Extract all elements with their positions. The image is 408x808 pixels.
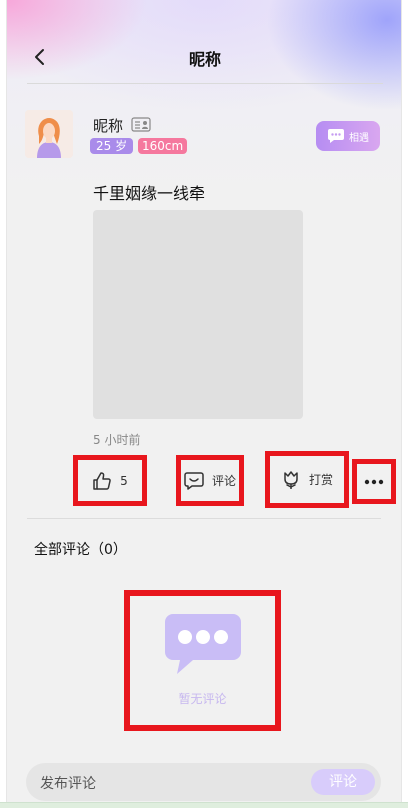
comment-button[interactable]: 评论 <box>176 455 244 506</box>
comment-icon <box>184 471 204 490</box>
empty-comments-state: 暂无评论 <box>124 590 281 731</box>
bottom-strip <box>0 802 408 808</box>
empty-comment-icon <box>164 614 241 674</box>
header-background <box>7 0 401 190</box>
more-icon <box>364 479 384 484</box>
comment-input[interactable]: 发布评论 <box>40 773 96 793</box>
avatar[interactable] <box>25 110 73 158</box>
post-image[interactable] <box>93 210 303 419</box>
chat-bubble-icon <box>328 129 344 143</box>
more-button[interactable] <box>352 459 396 504</box>
like-button[interactable]: 5 <box>73 455 147 506</box>
phone-screen: 昵称 昵称 25 岁 160cm 相遇 千里姻缘一线牵 5 小时前 5 评论 打… <box>6 0 402 802</box>
comment-submit-button[interactable]: 评论 <box>311 769 375 795</box>
meet-button[interactable]: 相遇 <box>316 121 380 151</box>
post-text: 千里姻缘一线牵 <box>93 184 206 203</box>
page-title: 昵称 <box>188 50 221 69</box>
comment-composer: 发布评论 评论 <box>26 763 381 801</box>
thumbs-up-icon <box>93 471 111 490</box>
height-badge: 160cm <box>138 138 188 154</box>
gift-flower-icon <box>284 470 298 489</box>
section-divider <box>27 518 381 519</box>
reward-button-label: 打赏 <box>308 473 333 487</box>
age-badge: 25 岁 <box>90 138 134 154</box>
comment-button-label: 评论 <box>211 474 236 488</box>
comments-header: 全部评论（0） <box>34 542 127 558</box>
reward-button[interactable]: 打赏 <box>265 451 349 508</box>
header-divider <box>27 83 383 84</box>
like-count: 5 <box>120 473 128 488</box>
id-card-icon <box>131 117 151 132</box>
empty-comments-text: 暂无评论 <box>178 692 227 706</box>
profile-nickname: 昵称 <box>93 117 124 135</box>
meet-button-label: 相遇 <box>349 132 369 144</box>
avatar-illustration <box>25 110 73 158</box>
post-time: 5 小时前 <box>93 433 141 447</box>
